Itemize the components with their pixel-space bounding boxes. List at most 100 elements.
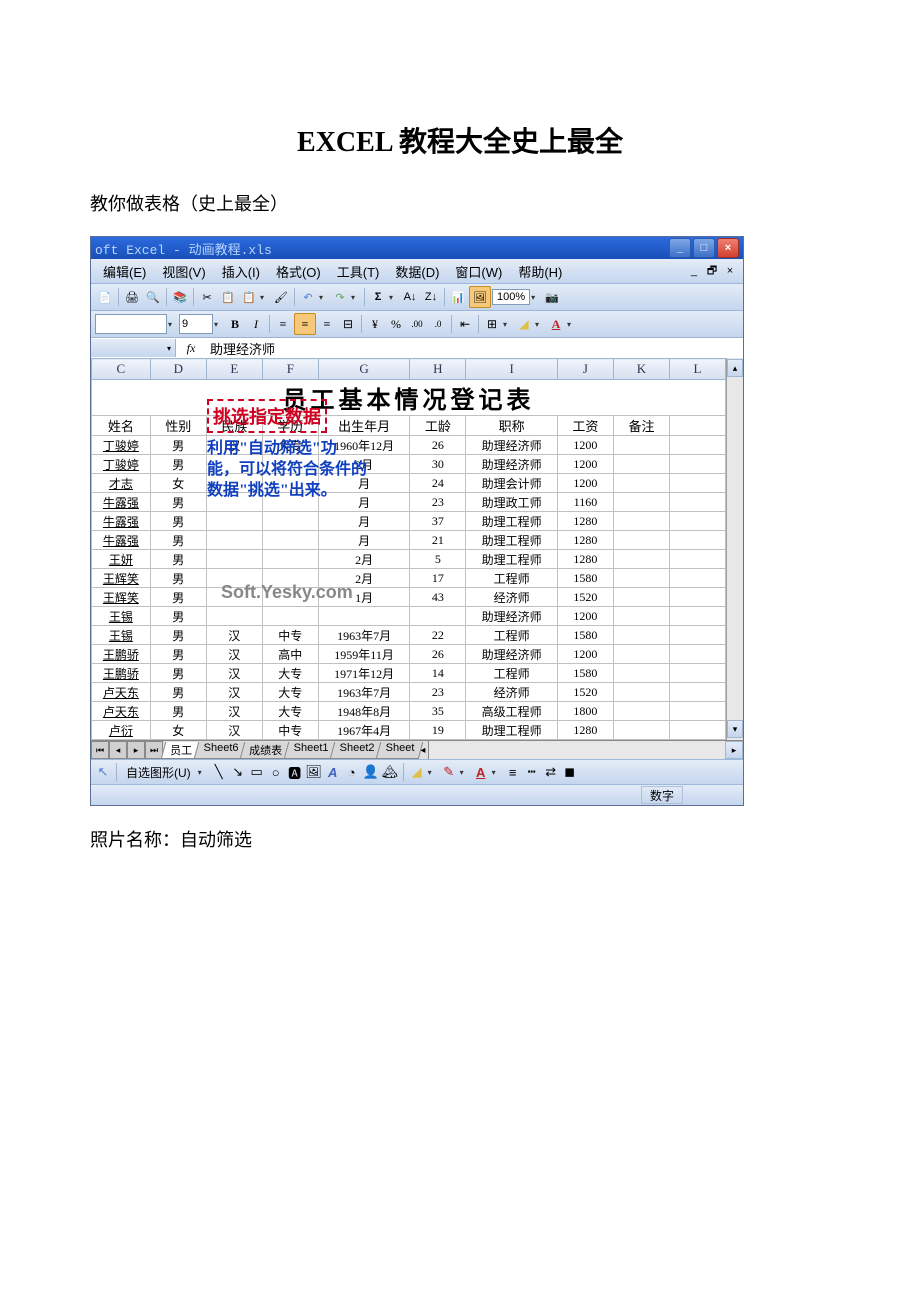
cell[interactable]: 23: [410, 493, 466, 512]
cell[interactable]: [318, 607, 410, 626]
cell[interactable]: 1200: [557, 645, 613, 664]
cell[interactable]: 2月: [318, 550, 410, 569]
autoshapes-dropdown[interactable]: ▾: [198, 768, 208, 777]
cell[interactable]: [613, 683, 669, 702]
redo-icon[interactable]: ↷: [330, 287, 350, 307]
sheet-tab[interactable]: Sheet1: [284, 742, 337, 759]
table-row[interactable]: 丁骏婷男2月30助理经济师1200: [92, 455, 726, 474]
column-header[interactable]: D: [150, 359, 206, 380]
cell[interactable]: 工程师: [466, 664, 558, 683]
cell[interactable]: [206, 493, 262, 512]
cell[interactable]: [206, 550, 262, 569]
field-header[interactable]: 备注: [613, 416, 669, 436]
column-header[interactable]: F: [262, 359, 318, 380]
cell[interactable]: 助理经济师: [466, 645, 558, 664]
cell[interactable]: 月: [318, 474, 410, 493]
cell[interactable]: 月: [318, 493, 410, 512]
cell[interactable]: 助理工程师: [466, 550, 558, 569]
cell[interactable]: [206, 455, 262, 474]
cell[interactable]: 男: [150, 664, 206, 683]
tab-next-icon[interactable]: ▸: [127, 741, 145, 759]
shadow-icon[interactable]: ◼: [562, 764, 578, 780]
cell[interactable]: 1280: [557, 512, 613, 531]
align-right-icon[interactable]: ≡: [317, 314, 337, 334]
cell[interactable]: 经济师: [466, 588, 558, 607]
mdi-minimize-icon[interactable]: _: [687, 264, 701, 278]
field-header[interactable]: 职称: [466, 416, 558, 436]
undo-dropdown[interactable]: ▾: [319, 293, 329, 302]
cell[interactable]: 男: [150, 493, 206, 512]
align-center-icon[interactable]: ≡: [294, 313, 316, 335]
bold-button[interactable]: B: [225, 314, 245, 334]
cell[interactable]: 1200: [557, 474, 613, 493]
cell[interactable]: 37: [410, 512, 466, 531]
cell[interactable]: [613, 664, 669, 683]
cell[interactable]: 丁骏婷: [92, 436, 151, 455]
formula-input[interactable]: 助理经济师: [206, 339, 743, 358]
cell[interactable]: [262, 588, 318, 607]
field-header[interactable]: 出生年月: [318, 416, 410, 436]
sort-asc-icon[interactable]: A↓: [400, 287, 420, 307]
fill-color-icon[interactable]: ◢: [514, 314, 534, 334]
table-row[interactable]: 牛露强男月37助理工程师1280: [92, 512, 726, 531]
cell[interactable]: 男: [150, 531, 206, 550]
autoshapes-menu[interactable]: 自选图形(U): [122, 764, 195, 781]
font-family-box[interactable]: [95, 314, 167, 334]
tab-first-icon[interactable]: ⏮: [91, 741, 109, 759]
borders-icon[interactable]: ⊞: [482, 314, 502, 334]
column-header[interactable]: I: [466, 359, 558, 380]
scroll-up-icon[interactable]: ▴: [727, 359, 743, 377]
table-row[interactable]: 王妍男2月5助理工程师1280: [92, 550, 726, 569]
cut-icon[interactable]: ✂: [197, 287, 217, 307]
column-header[interactable]: J: [557, 359, 613, 380]
diagram-icon[interactable]: ◔: [344, 764, 360, 780]
textbox-icon[interactable]: 🅰: [287, 764, 303, 780]
cell[interactable]: [410, 607, 466, 626]
cell[interactable]: 1520: [557, 588, 613, 607]
cell[interactable]: [262, 474, 318, 493]
cell[interactable]: [206, 512, 262, 531]
fill-color-icon-2[interactable]: ◢: [409, 764, 425, 780]
cell[interactable]: 经济师: [466, 683, 558, 702]
cell[interactable]: 助理工程师: [466, 531, 558, 550]
table-row[interactable]: 卢衍女汉中专1967年4月19助理工程师1280: [92, 721, 726, 740]
picture-icon[interactable]: 🏔: [382, 764, 398, 780]
rectangle-icon[interactable]: ▭: [249, 764, 265, 780]
cell[interactable]: 才志: [92, 474, 151, 493]
redo-dropdown[interactable]: ▾: [351, 293, 361, 302]
cell[interactable]: 35: [410, 702, 466, 721]
cell[interactable]: 丁骏婷: [92, 455, 151, 474]
cell[interactable]: 22: [410, 626, 466, 645]
table-row[interactable]: 牛露强男月21助理工程师1280: [92, 531, 726, 550]
cell[interactable]: 1580: [557, 569, 613, 588]
cell[interactable]: 1971年12月: [318, 664, 410, 683]
cell[interactable]: [206, 474, 262, 493]
cell[interactable]: 卢天东: [92, 683, 151, 702]
cell[interactable]: [262, 512, 318, 531]
cell[interactable]: 1963年7月: [318, 626, 410, 645]
copy-icon[interactable]: 📋: [218, 287, 238, 307]
cell[interactable]: [613, 702, 669, 721]
zoom-dropdown[interactable]: ▾: [531, 293, 541, 302]
cell[interactable]: [613, 512, 669, 531]
percent-icon[interactable]: %: [386, 314, 406, 334]
new-icon[interactable]: 📄: [95, 287, 115, 307]
field-header[interactable]: 工资: [557, 416, 613, 436]
font-color-icon[interactable]: A: [546, 314, 566, 334]
cell[interactable]: [613, 474, 669, 493]
cell[interactable]: [613, 721, 669, 740]
paste-dropdown[interactable]: ▾: [260, 293, 270, 302]
cell[interactable]: [613, 550, 669, 569]
cell[interactable]: 助理工程师: [466, 721, 558, 740]
cell[interactable]: 男: [150, 683, 206, 702]
cell[interactable]: 1963年7月: [318, 683, 410, 702]
print-icon[interactable]: 🖨: [122, 287, 142, 307]
line-color-icon[interactable]: ✎: [441, 764, 457, 780]
cell[interactable]: 助理经济师: [466, 455, 558, 474]
cell[interactable]: 月: [318, 531, 410, 550]
cell[interactable]: [206, 607, 262, 626]
cell[interactable]: 卢天东: [92, 702, 151, 721]
clipart-icon[interactable]: 👤: [363, 764, 379, 780]
cell[interactable]: 卢衍: [92, 721, 151, 740]
cell[interactable]: 中专: [262, 626, 318, 645]
